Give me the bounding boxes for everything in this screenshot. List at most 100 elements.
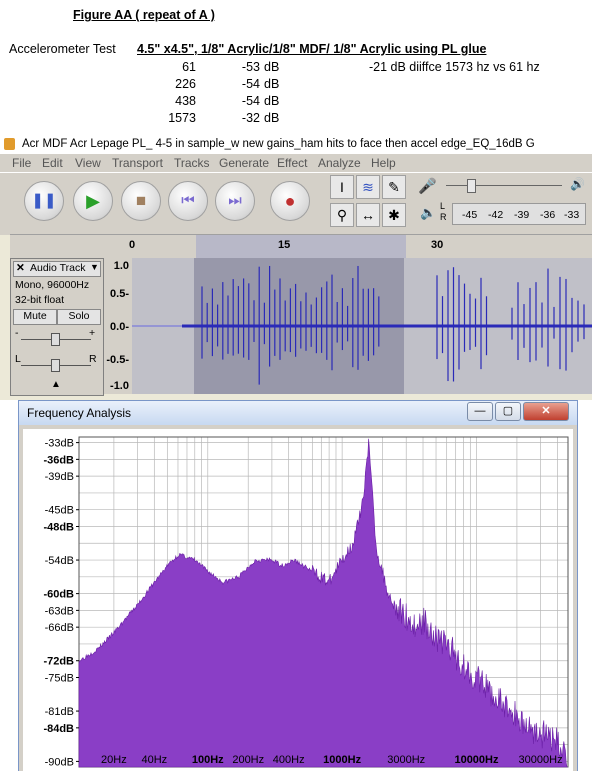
draw-tool[interactable]: ✎ bbox=[382, 175, 406, 199]
x-tick-label: 40Hz bbox=[141, 754, 167, 766]
spectrum-svg: -33dB -36dB -39dB -45dB -48dB -54dB -60dB -63dB… bbox=[43, 436, 569, 768]
scale-label: -1.0 bbox=[110, 380, 129, 392]
x-tick-label: 3000Hz bbox=[387, 754, 425, 766]
amplitude-scale: 1.0 0.5- 0.0- -0.5- -1.0 bbox=[104, 258, 132, 394]
transport-toolbar: ❚❚ ▶ ■ ⏮ ⏭ ● I ≋ ✎ ⚲ ↔ ✱ 🎤 🔊 🔈 L R -45 -… bbox=[0, 172, 592, 235]
table-row-db: -53 bbox=[241, 60, 260, 74]
meter-label: -42 bbox=[488, 209, 504, 221]
table-row-unit: dB bbox=[264, 60, 280, 74]
zoom-tool[interactable]: ⚲ bbox=[330, 203, 354, 227]
selection-tool[interactable]: I bbox=[330, 175, 354, 199]
fa-titlebar[interactable]: Frequency Analysis — ▢ ✕ bbox=[19, 401, 577, 425]
minimize-button[interactable]: — bbox=[467, 402, 493, 421]
maximize-icon: ▢ bbox=[502, 405, 514, 417]
window-titlebar[interactable]: Acr MDF Acr Lepage PL_ 4-5 in sample_w n… bbox=[0, 134, 592, 154]
close-button[interactable]: ✕ bbox=[523, 402, 569, 421]
gain-minus-label: - bbox=[15, 327, 19, 339]
frequency-analysis-window: Frequency Analysis — ▢ ✕ -33dB -36dB -39dB… bbox=[18, 400, 578, 771]
record-button[interactable]: ● bbox=[270, 181, 310, 221]
pencil-icon: ✎ bbox=[388, 179, 400, 195]
skip-start-button[interactable]: ⏮ bbox=[168, 181, 208, 221]
track-menu-chevron-icon[interactable]: ▼ bbox=[90, 262, 99, 272]
x-tick-label: 400Hz bbox=[273, 754, 305, 766]
pan-right-label: R bbox=[89, 353, 97, 365]
table-row-unit: dB bbox=[264, 77, 280, 91]
input-volume-slider[interactable] bbox=[446, 185, 562, 186]
test-label: Accelerometer Test bbox=[9, 42, 116, 56]
collapse-track-icon[interactable]: ▲ bbox=[51, 379, 61, 390]
table-row-hz: 1573 bbox=[168, 111, 196, 125]
y-tick-label: -33dB bbox=[45, 438, 74, 450]
y-tick-label: -60dB bbox=[43, 589, 74, 601]
menu-view[interactable]: View bbox=[75, 154, 101, 172]
mute-button[interactable]: Mute bbox=[13, 309, 57, 325]
menu-effect[interactable]: Effect bbox=[277, 154, 307, 172]
y-tick-label: -75dB bbox=[45, 673, 74, 685]
test-description: 4.5" x4.5", 1/8" Acrylic/1/8" MDF/ 1/8" … bbox=[137, 42, 487, 56]
meter-speaker-icon: 🔈 bbox=[420, 205, 437, 220]
stop-button[interactable]: ■ bbox=[121, 181, 161, 221]
play-button[interactable]: ▶ bbox=[73, 181, 113, 221]
stop-icon: ■ bbox=[135, 191, 147, 210]
envelope-tool[interactable]: ≋ bbox=[356, 175, 380, 199]
window-title: Acr MDF Acr Lepage PL_ 4-5 in sample_w n… bbox=[22, 138, 535, 150]
timeline-ruler[interactable]: 0 15 30 bbox=[10, 234, 592, 260]
ruler-selection bbox=[196, 235, 406, 259]
menu-edit[interactable]: Edit bbox=[42, 154, 63, 172]
menu-file[interactable]: File bbox=[12, 154, 31, 172]
play-icon: ▶ bbox=[86, 191, 100, 211]
ibeam-icon: I bbox=[340, 179, 344, 195]
microphone-icon: 🎤 bbox=[418, 178, 437, 195]
spectrum-area bbox=[78, 438, 568, 768]
y-tick-label: -72dB bbox=[43, 656, 74, 668]
skip-end-button[interactable]: ⏭ bbox=[215, 181, 255, 221]
audacity-window: Acr MDF Acr Lepage PL_ 4-5 in sample_w n… bbox=[0, 134, 592, 400]
gain-slider-thumb[interactable] bbox=[51, 333, 60, 346]
input-volume-thumb[interactable] bbox=[467, 179, 476, 193]
y-tick-label: -81dB bbox=[45, 706, 74, 718]
table-row-hz: 438 bbox=[175, 94, 196, 108]
waveform-area[interactable] bbox=[132, 258, 592, 394]
audacity-app-icon bbox=[4, 138, 15, 150]
timeshift-tool[interactable]: ↔ bbox=[356, 203, 380, 227]
close-track-icon[interactable]: ✕ bbox=[16, 262, 25, 274]
skip-end-icon: ⏭ bbox=[228, 192, 242, 209]
record-icon: ● bbox=[284, 191, 296, 211]
figure-title: Figure AA ( repeat of A ) bbox=[73, 8, 215, 22]
table-row-db: -32 bbox=[241, 111, 260, 125]
menu-help[interactable]: Help bbox=[371, 154, 396, 172]
asterisk-icon: ✱ bbox=[388, 207, 400, 223]
ruler-label: 0 bbox=[129, 239, 136, 251]
speaker-icon: 🔊 bbox=[570, 177, 585, 191]
x-tick-label: 1000Hz bbox=[323, 754, 361, 766]
table-row-hz: 226 bbox=[175, 77, 196, 91]
meter-channel-left: L bbox=[440, 201, 446, 211]
y-tick-label: -39dB bbox=[45, 471, 74, 483]
table-row-note: -21 dB diiffce 1573 hz vs 61 hz bbox=[369, 60, 540, 74]
menu-bar: File Edit View Transport Tracks Generate… bbox=[0, 154, 592, 172]
x-tick-label: 100Hz bbox=[192, 754, 224, 766]
track-title-bar[interactable]: ✕ Audio Track ▼ bbox=[13, 261, 101, 277]
maximize-button[interactable]: ▢ bbox=[495, 402, 521, 421]
ruler-label: 30 bbox=[431, 239, 444, 251]
menu-generate[interactable]: Generate bbox=[219, 154, 269, 172]
scale-label: 0.5- bbox=[110, 288, 129, 300]
x-tick-label: 200Hz bbox=[232, 754, 264, 766]
menu-transport[interactable]: Transport bbox=[112, 154, 163, 172]
gain-plus-label: + bbox=[89, 327, 96, 339]
y-tick-label: -63dB bbox=[45, 605, 74, 617]
solo-button[interactable]: Solo bbox=[57, 309, 101, 325]
meter-channel-labels: L R bbox=[440, 201, 447, 223]
spectrum-plot[interactable]: -33dB -36dB -39dB -45dB -48dB -54dB -60dB -63dB… bbox=[23, 429, 573, 771]
track-name: Audio Track bbox=[30, 262, 86, 274]
meter-label: -39 bbox=[514, 209, 530, 221]
ruler-label: 15 bbox=[278, 239, 291, 251]
multi-tool[interactable]: ✱ bbox=[382, 203, 406, 227]
close-icon: ✕ bbox=[541, 405, 551, 417]
pause-button[interactable]: ❚❚ bbox=[24, 181, 64, 221]
track-bits: 32-bit float bbox=[15, 294, 65, 306]
pan-slider-thumb[interactable] bbox=[51, 359, 60, 372]
y-tick-label: -66dB bbox=[45, 622, 74, 634]
menu-analyze[interactable]: Analyze bbox=[318, 154, 361, 172]
menu-tracks[interactable]: Tracks bbox=[174, 154, 210, 172]
